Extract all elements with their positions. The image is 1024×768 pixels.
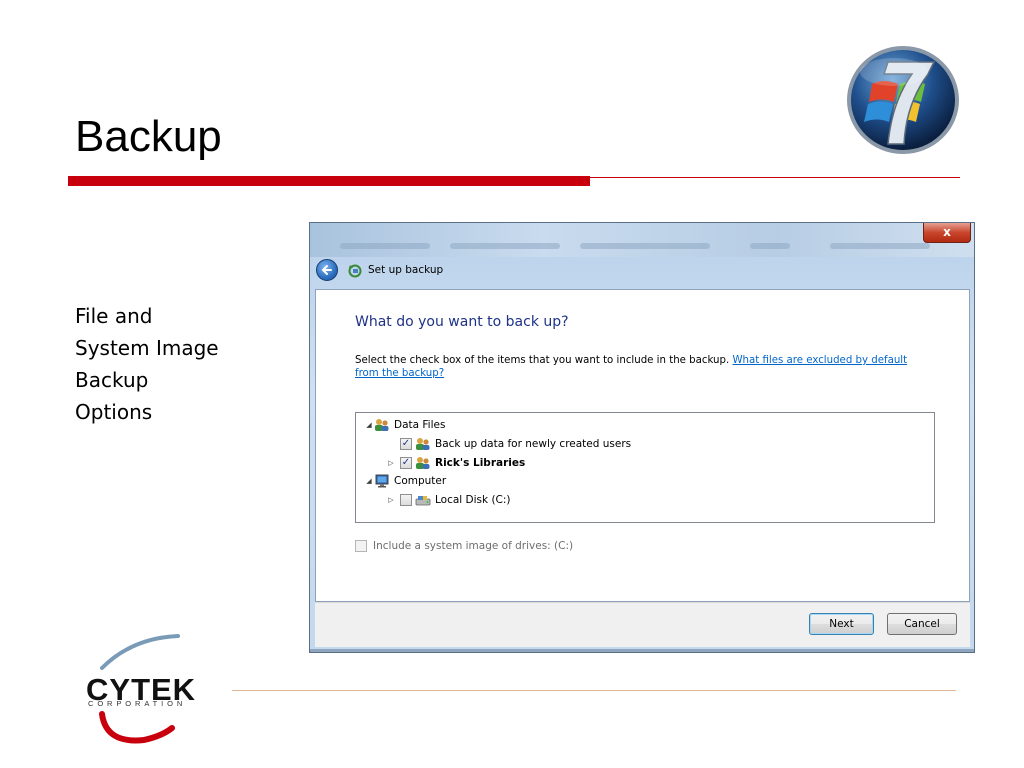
title-underline-thin xyxy=(590,177,960,178)
window-bottom-edge xyxy=(310,649,974,652)
blurred-breadcrumb xyxy=(750,243,790,249)
back-arrow-icon xyxy=(321,265,332,275)
side-text-line: File and xyxy=(75,304,153,328)
close-button[interactable]: x xyxy=(923,223,971,243)
wizard-content: What do you want to back up? Select the … xyxy=(315,289,970,602)
blurred-search xyxy=(830,243,930,249)
expand-arrow-icon[interactable]: ▷ xyxy=(386,496,396,504)
tree-item-label: Rick's Libraries xyxy=(435,456,526,469)
system-image-option[interactable]: Include a system image of drives: (C:) xyxy=(355,540,573,552)
instructions-text: Select the check box of the items that y… xyxy=(355,355,730,366)
tree-item-local-disk[interactable]: ▷ Local Disk (C:) xyxy=(386,490,511,509)
side-text-line: Backup xyxy=(75,368,149,392)
users-icon xyxy=(375,418,389,431)
tree-item-label: Computer xyxy=(394,474,447,487)
backup-items-tree: ◢ Data Files ✓ Back up data for newly cr… xyxy=(355,412,935,523)
users-icon xyxy=(416,437,430,450)
setup-backup-window: x Set up backup What do you want to back… xyxy=(309,222,975,653)
windows-7-logo-icon xyxy=(847,46,959,154)
instructions: Select the check box of the items that y… xyxy=(355,354,925,380)
tree-item-data-files[interactable]: ◢ Data Files xyxy=(364,415,445,434)
ricks-libraries-checkbox[interactable]: ✓ xyxy=(400,456,412,469)
system-image-checkbox[interactable] xyxy=(355,540,367,552)
next-button[interactable]: Next xyxy=(809,613,874,635)
page-heading: What do you want to back up? xyxy=(355,314,569,330)
blurred-breadcrumb xyxy=(580,243,710,249)
back-button[interactable] xyxy=(316,259,338,281)
local-disk-checkbox[interactable] xyxy=(400,493,412,506)
backup-icon xyxy=(348,264,362,278)
blurred-breadcrumb xyxy=(340,243,430,249)
new-users-checkbox[interactable]: ✓ xyxy=(400,437,412,450)
side-text-line: System Image xyxy=(75,336,219,360)
slide-title: Backup xyxy=(75,112,222,161)
expand-arrow-icon[interactable]: ▷ xyxy=(386,459,396,467)
collapse-arrow-icon[interactable]: ◢ xyxy=(364,421,374,429)
tree-item-ricks-libraries[interactable]: ▷ ✓ Rick's Libraries xyxy=(386,453,525,472)
wizard-nav: Set up backup xyxy=(316,257,443,283)
tree-item-label: Local Disk (C:) xyxy=(435,493,511,506)
wizard-footer: Next Cancel xyxy=(315,602,970,647)
tree-item-new-users[interactable]: ✓ Back up data for newly created users xyxy=(400,434,631,453)
collapse-arrow-icon[interactable]: ◢ xyxy=(364,477,374,485)
users-icon xyxy=(416,456,430,469)
tree-item-label: Data Files xyxy=(394,418,446,431)
blurred-breadcrumb xyxy=(450,243,560,249)
computer-icon xyxy=(375,474,389,487)
drive-icon xyxy=(415,495,431,505)
system-image-label: Include a system image of drives: (C:) xyxy=(373,540,574,552)
wizard-title: Set up backup xyxy=(368,264,444,276)
side-text-line: Options xyxy=(75,400,153,424)
cancel-button[interactable]: Cancel xyxy=(887,613,957,635)
cytek-logo-subtext: CORPORATION xyxy=(88,699,187,708)
footer-rule xyxy=(232,690,956,691)
title-bar xyxy=(310,223,974,257)
tree-item-label: Back up data for newly created users xyxy=(435,437,632,450)
tree-item-computer[interactable]: ◢ Computer xyxy=(364,471,446,490)
side-text: File and System Image Backup Options xyxy=(75,300,275,428)
title-underline-thick xyxy=(68,176,590,186)
